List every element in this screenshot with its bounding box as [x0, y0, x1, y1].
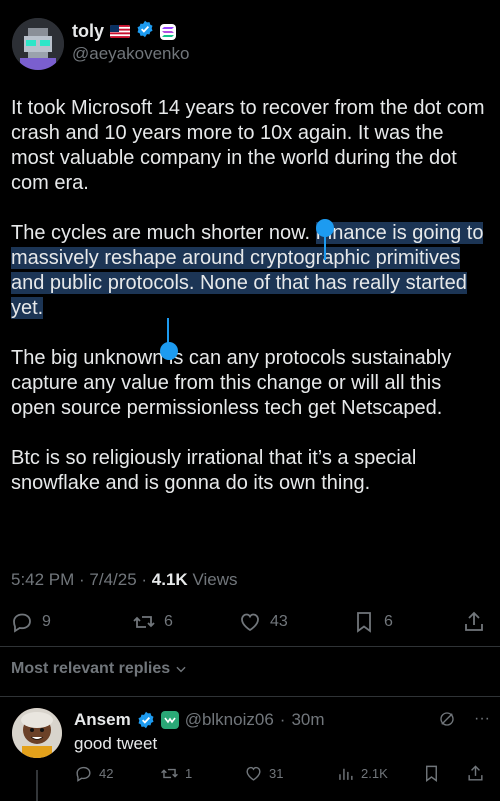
- reply-views-count: 2.1K: [361, 766, 388, 781]
- reply-text: good tweet: [74, 734, 158, 753]
- share-icon: [465, 611, 483, 631]
- share-button[interactable]: [462, 610, 486, 634]
- views-icon: [339, 768, 353, 780]
- tweet-date[interactable]: 7/4/25: [89, 570, 136, 589]
- repost-button[interactable]: 6: [132, 610, 173, 634]
- tweet-actions: 9 6 43 6: [10, 610, 488, 636]
- selection-end-handle[interactable]: [160, 342, 178, 360]
- author-handle[interactable]: @aeyakovenko: [72, 44, 189, 64]
- reply-header: Ansem @blknoiz06 · 30m: [74, 710, 325, 730]
- author-display-name[interactable]: toly: [72, 21, 104, 42]
- like-icon: [246, 766, 261, 781]
- bookmark-button[interactable]: 6: [352, 610, 393, 634]
- views-label: Views: [187, 570, 238, 589]
- us-flag-icon: [110, 25, 131, 38]
- solana-badge-icon[interactable]: [160, 23, 177, 40]
- reply-repost-button[interactable]: 1: [160, 764, 192, 783]
- tweet-time[interactable]: 5:42 PM: [11, 570, 74, 589]
- selection-start-line: [324, 234, 326, 260]
- author-name-row: toly: [72, 20, 177, 43]
- verified-badge-icon[interactable]: [137, 711, 155, 729]
- chevron-down-icon: [176, 666, 186, 673]
- affiliate-badge-icon[interactable]: [160, 711, 179, 729]
- reply-top-icons: ···: [438, 710, 490, 728]
- reply-separator: ·: [279, 710, 286, 729]
- grok-icon[interactable]: [438, 710, 456, 728]
- reply-bookmark-button[interactable]: [422, 764, 441, 783]
- bookmark-icon: [426, 765, 437, 783]
- reply-reply-button[interactable]: 42: [74, 764, 113, 783]
- like-button[interactable]: 43: [238, 610, 288, 634]
- reply-like-count: 31: [269, 766, 284, 781]
- reply-like-button[interactable]: 31: [244, 764, 283, 783]
- tweet-paragraph-1: It took Microsoft 14 years to recover fr…: [11, 97, 485, 194]
- reply-repost-count: 1: [185, 766, 193, 781]
- tweet-paragraph-3: The big unknown is can any protocols sus…: [11, 347, 452, 419]
- reply-reply-count: 42: [99, 766, 114, 781]
- reply-share-button[interactable]: [466, 764, 485, 783]
- tweet-paragraph-4: Btc is so religiously irrational that it…: [11, 447, 417, 494]
- like-count: 43: [270, 613, 288, 630]
- divider: [0, 696, 500, 697]
- reply-avatar[interactable]: [12, 708, 62, 758]
- reply-handle[interactable]: @blknoiz06: [185, 710, 274, 730]
- thread-line: [36, 770, 38, 801]
- divider: [0, 646, 500, 647]
- repost-icon: [133, 616, 155, 628]
- share-icon: [468, 765, 483, 781]
- tweet-paragraph-2: The cycles are much shorter now. Finance…: [11, 221, 491, 321]
- meta-separator-2: ·: [136, 570, 152, 589]
- reply-icon: [76, 766, 91, 782]
- reply-actions: 42 1 31 2.1K: [74, 764, 490, 784]
- meta-separator-1: ·: [74, 570, 90, 589]
- reply-icon: [13, 613, 31, 633]
- reply-time[interactable]: 30m: [291, 710, 324, 730]
- tweet-header: toly @aeyakovenko: [12, 14, 488, 74]
- verified-badge-icon[interactable]: [136, 20, 154, 43]
- author-avatar[interactable]: [12, 18, 64, 70]
- more-options-button[interactable]: ···: [474, 710, 490, 728]
- tweet-meta: 5:42 PM · 7/4/25 · 4.1K Views: [11, 570, 237, 590]
- reply-views-button[interactable]: 2.1K: [336, 764, 388, 783]
- replies-sort-label: Most relevant replies: [11, 660, 171, 677]
- tweet-text: It took Microsoft 14 years to recover fr…: [11, 96, 491, 521]
- repost-count: 6: [164, 613, 173, 630]
- tweet-paragraph-2-plain: The cycles are much shorter now.: [11, 222, 316, 244]
- bookmark-icon: [357, 612, 371, 633]
- views-count: 4.1K: [151, 570, 188, 589]
- reply-item[interactable]: Ansem @blknoiz06 · 30m ··· good tweet 42…: [0, 700, 500, 801]
- like-icon: [241, 613, 259, 632]
- reply-count: 9: [42, 613, 51, 630]
- reply-button[interactable]: 9: [10, 610, 51, 634]
- bookmark-count: 6: [384, 613, 393, 630]
- replies-sort-button[interactable]: Most relevant replies: [11, 660, 188, 678]
- repost-icon: [161, 768, 178, 779]
- reply-author-name[interactable]: Ansem: [74, 710, 131, 730]
